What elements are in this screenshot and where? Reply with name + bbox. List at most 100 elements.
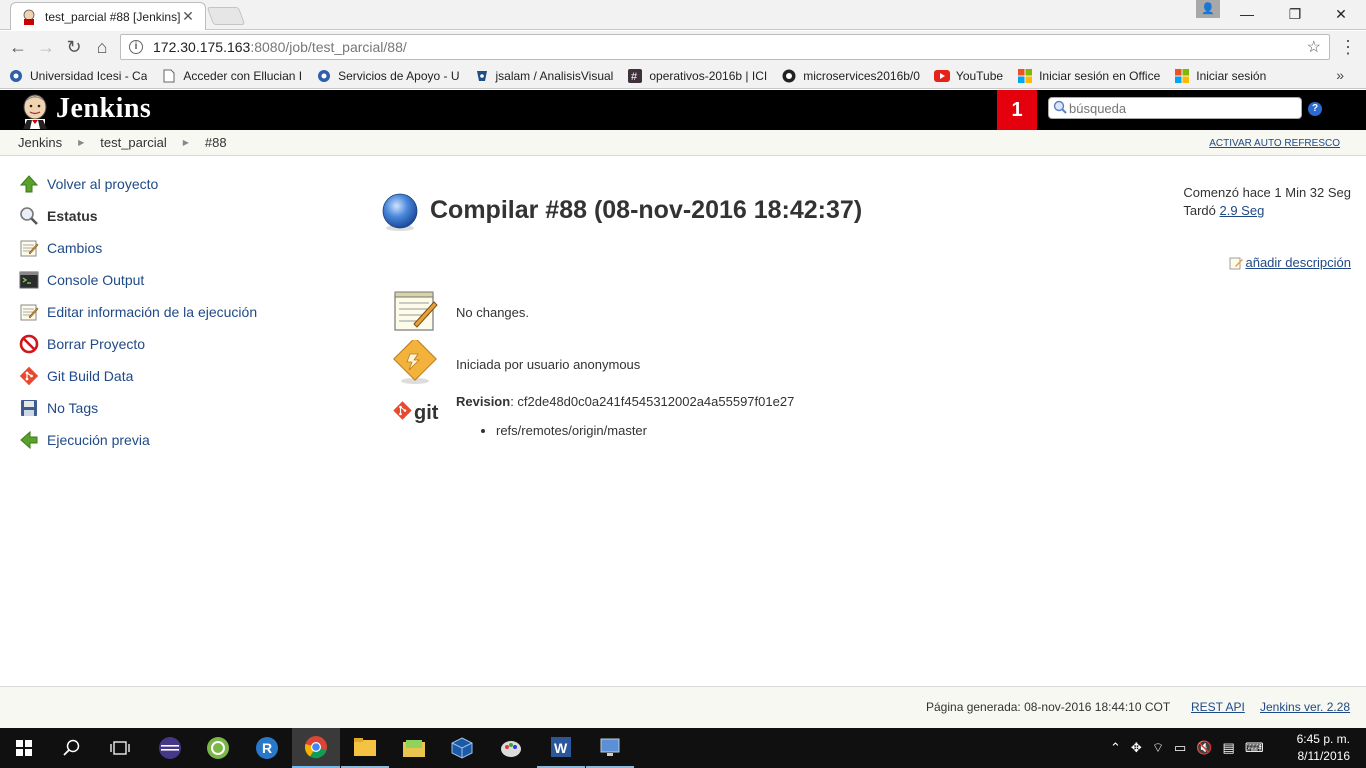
taskbar-search-icon[interactable] — [48, 728, 96, 768]
bookmark-item[interactable]: Acceder con Ellucian I — [161, 68, 302, 84]
search-box — [1048, 97, 1302, 119]
breadcrumb-build[interactable]: #88 — [205, 135, 227, 150]
bookmark-label: Iniciar sesión — [1196, 68, 1267, 83]
task-label: Git Build Data — [47, 368, 134, 384]
bookmark-label: microservices2016b/0 — [803, 68, 920, 83]
address-bar[interactable]: i 172.30.175.163 :8080/job/test_parcial/… — [120, 34, 1330, 60]
forward-icon[interactable]: → — [32, 33, 60, 61]
taskbar-clock[interactable]: 6:45 p. m. 8/11/2016 — [1297, 731, 1350, 765]
windows-start-icon[interactable] — [0, 728, 48, 768]
task-label: Borrar Proyecto — [47, 336, 146, 352]
bookmark-label: Servicios de Apoyo - U — [338, 68, 460, 83]
new-tab-button[interactable] — [206, 7, 246, 25]
breadcrumb-jenkins[interactable]: Jenkins — [18, 135, 62, 150]
breadcrumb-separator-icon[interactable]: ▶ — [78, 138, 84, 147]
search-input[interactable] — [1069, 100, 1289, 116]
browser-tab[interactable]: test_parcial #88 [Jenkins] ✕ — [10, 2, 206, 30]
breadcrumb-job[interactable]: test_parcial — [100, 135, 166, 150]
word-icon[interactable]: W — [537, 728, 585, 768]
task-changes[interactable]: Cambios — [18, 232, 338, 264]
reload-icon[interactable]: ↻ — [60, 33, 88, 61]
task-back-to-project[interactable]: Volver al proyecto — [18, 168, 338, 200]
chrome-menu-icon[interactable]: ⋮ — [1338, 35, 1358, 59]
bookmark-item[interactable]: YouTube — [933, 68, 1003, 84]
jenkins-logo-icon[interactable] — [18, 93, 52, 129]
file-explorer-icon[interactable] — [341, 728, 389, 768]
window-close-icon[interactable]: ✕ — [1318, 0, 1364, 28]
bitbucket-icon — [474, 68, 490, 84]
page-generated-text: Página generada: 08-nov-2016 18:44:10 CO… — [926, 700, 1171, 714]
minimize-icon[interactable]: — — [1224, 0, 1270, 28]
back-icon[interactable]: ← — [4, 33, 32, 61]
bookmark-item[interactable]: Servicios de Apoyo - U — [316, 68, 460, 84]
breadcrumb-separator-icon[interactable]: ▶ — [183, 138, 189, 147]
paint-icon[interactable] — [487, 728, 535, 768]
bookmark-label: Iniciar sesión en Office — [1039, 68, 1161, 83]
battery-icon[interactable]: ▭ — [1174, 740, 1186, 756]
restore-icon[interactable]: ❐ — [1272, 0, 1318, 28]
jenkins-title[interactable]: Jenkins — [56, 93, 151, 125]
notepad-icon — [18, 301, 40, 323]
system-tray: ⌃ ✥ ⌔ ▭ 🔇 ▤ ⌨ — [1110, 728, 1264, 768]
bookmark-item[interactable]: Iniciar sesión en Office — [1017, 68, 1160, 84]
add-description-link[interactable]: añadir descripción — [1229, 255, 1351, 270]
android-studio-icon[interactable] — [194, 728, 242, 768]
task-label: Cambios — [47, 240, 103, 256]
changes-notepad-icon — [392, 288, 438, 334]
task-status[interactable]: Estatus — [18, 200, 338, 232]
r-studio-icon[interactable]: R — [243, 728, 291, 768]
help-icon[interactable]: ? — [1308, 102, 1322, 116]
bookmark-item[interactable]: Universidad Icesi - Ca — [8, 68, 147, 84]
task-view-icon[interactable] — [96, 728, 144, 768]
task-label: Volver al proyecto — [47, 176, 159, 192]
build-duration-row: Tardó 2.9 Seg — [1183, 202, 1351, 220]
bookmark-item[interactable]: jsalam / AnalisisVisual — [474, 68, 613, 84]
bookmark-item[interactable]: microservices2016b/0 — [781, 68, 920, 84]
chrome-icon[interactable] — [292, 728, 340, 768]
task-git-build-data[interactable]: Git Build Data — [18, 360, 338, 392]
bookmark-label: operativos-2016b | ICI — [649, 68, 768, 83]
bookmark-label: Universidad Icesi - Ca — [30, 68, 148, 83]
keyboard-icon[interactable]: ⌨ — [1245, 740, 1264, 756]
eclipse-icon[interactable] — [146, 728, 194, 768]
volume-muted-icon[interactable]: 🔇 — [1196, 740, 1212, 756]
dropbox-icon[interactable]: ✥ — [1131, 740, 1142, 756]
remote-desktop-icon[interactable] — [586, 728, 634, 768]
url-path: :8080/job/test_parcial/88/ — [250, 39, 407, 55]
virtualbox-icon[interactable] — [438, 728, 486, 768]
task-previous-build[interactable]: Ejecución previa — [18, 424, 338, 456]
folder-icon[interactable] — [390, 728, 438, 768]
home-icon[interactable]: ⌂ — [88, 33, 116, 61]
bookmarks-overflow-icon[interactable]: » — [1336, 67, 1344, 83]
microsoft-icon — [1017, 68, 1033, 84]
wifi-icon[interactable]: ⌔ — [1152, 740, 1164, 756]
bookmark-star-icon[interactable]: ☆ — [1307, 37, 1321, 57]
site-info-icon[interactable]: i — [129, 40, 143, 54]
git-logo-text: git — [414, 402, 439, 424]
jenkins-version-link[interactable]: Jenkins ver. 2.28 — [1260, 700, 1350, 714]
terminal-icon — [18, 269, 40, 291]
branch-list: refs/remotes/origin/master — [483, 423, 647, 438]
task-console-output[interactable]: Console Output — [18, 264, 338, 296]
breadcrumb: Jenkins ▶ test_parcial ▶ #88 ACTIVAR AUT… — [0, 130, 1366, 156]
changes-text: No changes. — [456, 305, 529, 320]
bookmark-item[interactable]: Iniciar sesión — [1174, 68, 1266, 84]
notification-badge[interactable]: 1 — [997, 90, 1037, 130]
notifications-icon[interactable]: ▤ — [1223, 740, 1235, 756]
gear-blue-icon — [316, 68, 332, 84]
bookmark-label: Acceder con Ellucian I — [183, 68, 303, 83]
profile-icon[interactable]: 👤 — [1196, 0, 1220, 18]
bookmarks-bar: Universidad Icesi - Ca Acceder con Elluci… — [0, 63, 1366, 89]
task-no-tags[interactable]: No Tags — [18, 392, 338, 424]
build-duration-link[interactable]: 2.9 Seg — [1220, 203, 1265, 218]
tab-close-icon[interactable]: ✕ — [181, 8, 195, 25]
task-delete-build[interactable]: Borrar Proyecto — [18, 328, 338, 360]
show-hidden-icons-icon[interactable]: ⌃ — [1110, 740, 1121, 756]
rest-api-link[interactable]: REST API — [1191, 700, 1245, 714]
build-duration-label: Tardó — [1183, 203, 1216, 218]
auto-refresh-link[interactable]: ACTIVAR AUTO REFRESCO — [1209, 138, 1340, 149]
git-logo-icon: git — [392, 392, 448, 438]
bookmark-item[interactable]: # operativos-2016b | ICI — [627, 68, 767, 84]
svg-text:#: # — [631, 71, 638, 83]
task-edit-build-info[interactable]: Editar información de la ejecución — [18, 296, 338, 328]
